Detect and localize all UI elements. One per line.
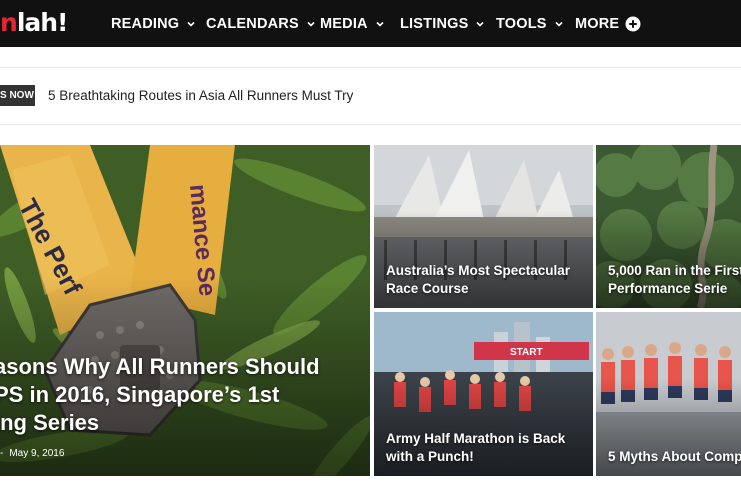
logo-text-part1: n bbox=[0, 8, 18, 37]
nav-label: LISTINGS bbox=[400, 15, 469, 32]
featured-main-article[interactable]: The Perf mance Se asons Why All Runners … bbox=[0, 145, 370, 476]
featured-tile-myths[interactable]: 5 Myths About Compre Exposed bbox=[596, 312, 741, 476]
start-banner-text: START bbox=[510, 347, 543, 358]
nav-item-listings[interactable]: LISTINGS bbox=[400, 0, 485, 47]
tile-title[interactable]: 5 Myths About Compre Exposed bbox=[608, 448, 741, 466]
tile-title[interactable]: Army Half Marathon is Back with a Punch! bbox=[386, 430, 593, 466]
featured-tile-army-half-marathon[interactable]: START Army Half Marathon is Back with a … bbox=[374, 312, 593, 476]
ticker-headline-link[interactable]: 5 Breathtaking Routes in Asia All Runner… bbox=[48, 86, 353, 106]
tile-title[interactable]: 5,000 Ran in the First R The Performance… bbox=[608, 262, 741, 298]
featured-tile-performance-series[interactable]: 5,000 Ran in the First R The Performance… bbox=[596, 145, 741, 308]
top-navigation-bar: nlah! READING CALENDARS MEDIA LISTINGS T… bbox=[0, 0, 741, 47]
nav-item-more[interactable]: MORE bbox=[575, 0, 641, 47]
nav-label: READING bbox=[111, 15, 180, 32]
post-meta: - May 9, 2016 bbox=[0, 448, 64, 459]
nav-label: MEDIA bbox=[320, 15, 368, 32]
trending-badge: S NOW bbox=[0, 85, 35, 106]
nav-item-tools[interactable]: TOOLS bbox=[496, 0, 564, 47]
chevron-down-icon bbox=[376, 21, 384, 27]
chevron-down-icon bbox=[187, 21, 195, 27]
nav-label: TOOLS bbox=[496, 15, 547, 32]
logo-text-part2: lah! bbox=[16, 8, 69, 37]
divider bbox=[0, 124, 741, 125]
meta-separator: - bbox=[0, 448, 4, 459]
nav-label: CALENDARS bbox=[206, 15, 299, 32]
nav-item-calendars[interactable]: CALENDARS bbox=[206, 0, 316, 47]
post-date: May 9, 2016 bbox=[9, 448, 65, 459]
nav-item-reading[interactable]: READING bbox=[111, 0, 196, 47]
plus-circle-icon bbox=[625, 16, 641, 31]
featured-tile-australia[interactable]: Australia’s Most Spectacular Race Course bbox=[374, 145, 593, 308]
site-logo[interactable]: nlah! bbox=[0, 8, 69, 38]
nav-item-media[interactable]: MEDIA bbox=[320, 0, 385, 47]
chevron-down-icon bbox=[307, 21, 315, 27]
nav-label: MORE bbox=[575, 15, 620, 32]
featured-main-title[interactable]: asons Why All Runners Should PS in 2016,… bbox=[0, 353, 324, 437]
tile-title[interactable]: Australia’s Most Spectacular Race Course bbox=[386, 262, 593, 298]
chevron-down-icon bbox=[555, 21, 563, 27]
chevron-down-icon bbox=[476, 21, 485, 27]
divider bbox=[0, 67, 741, 68]
